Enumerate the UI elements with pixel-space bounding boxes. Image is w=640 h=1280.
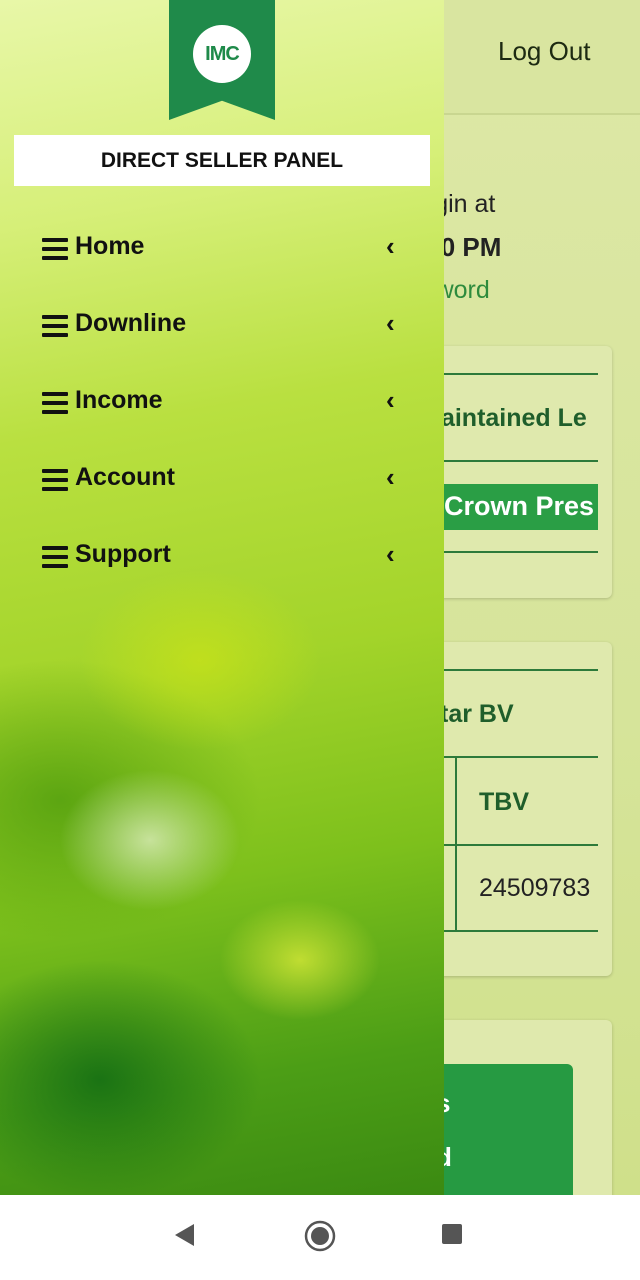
system-nav-bar xyxy=(0,1195,640,1280)
menu-icon xyxy=(42,392,68,414)
menu-item-account[interactable]: Account ‹ xyxy=(0,453,444,513)
menu-item-home[interactable]: Home ‹ xyxy=(0,222,444,282)
navigation-drawer: IMC DIRECT SELLER PANEL Home ‹ Downline ‹ In… xyxy=(0,0,444,1195)
chevron-left-icon[interactable]: ‹ xyxy=(386,231,395,262)
rank-heading: laintained Le xyxy=(434,404,587,432)
tbv-value: 24509783 xyxy=(479,874,591,902)
menu-item-downline[interactable]: Downline ‹ xyxy=(0,299,444,359)
menu-item-income[interactable]: Income ‹ xyxy=(0,376,444,436)
tbv-header: TBV xyxy=(479,788,529,816)
menu-icon xyxy=(42,315,68,337)
chevron-left-icon[interactable]: ‹ xyxy=(386,308,395,339)
panel-title: DIRECT SELLER PANEL xyxy=(14,135,430,186)
rank-value: Crown Pres xyxy=(440,484,598,530)
bv-heading: tar BV xyxy=(440,700,514,728)
menu-icon xyxy=(42,546,68,568)
menu-item-label: Income xyxy=(75,386,163,414)
menu-item-label: Downline xyxy=(75,309,187,337)
imc-logo: IMC xyxy=(193,25,251,83)
logout-button[interactable]: Log Out xyxy=(498,36,591,67)
menu-icon xyxy=(42,238,68,260)
back-icon[interactable] xyxy=(172,1222,198,1248)
recents-icon[interactable] xyxy=(441,1223,463,1245)
menu-item-support[interactable]: Support ‹ xyxy=(0,530,444,590)
logo-ribbon: IMC xyxy=(169,0,275,120)
menu-icon xyxy=(42,469,68,491)
chevron-left-icon[interactable]: ‹ xyxy=(386,539,395,570)
menu-item-label: Account xyxy=(75,463,175,491)
chevron-left-icon[interactable]: ‹ xyxy=(386,385,395,416)
menu-item-label: Support xyxy=(75,540,171,568)
home-icon[interactable] xyxy=(304,1220,336,1252)
menu-item-label: Home xyxy=(75,232,145,260)
chevron-left-icon[interactable]: ‹ xyxy=(386,462,395,493)
